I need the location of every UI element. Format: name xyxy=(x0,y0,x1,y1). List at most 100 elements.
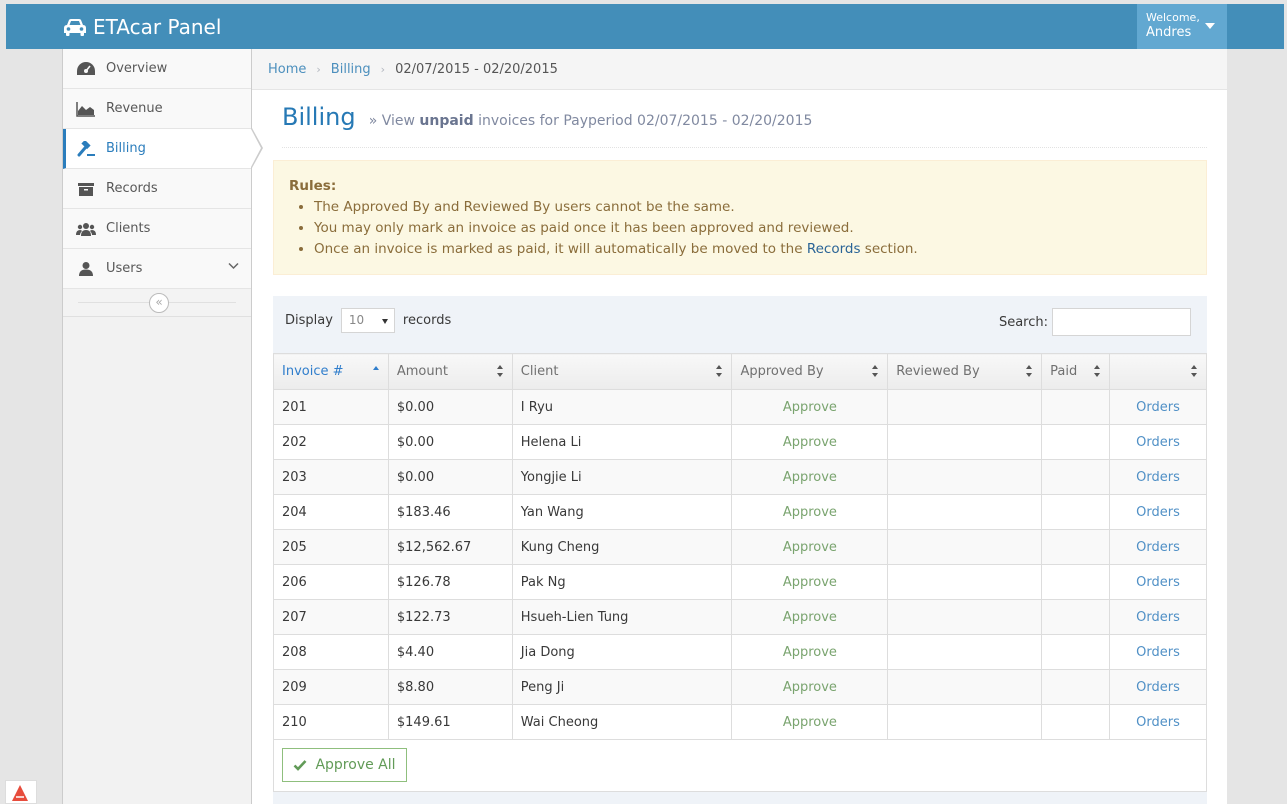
column-header-client[interactable]: Client xyxy=(511,353,733,390)
table-row: 208 $4.40 Jia Dong Approve Orders xyxy=(273,634,1207,670)
cell-reviewed-by xyxy=(887,389,1043,425)
orders-link[interactable]: Orders xyxy=(1109,494,1207,530)
page-container: Overview Revenue Billing Records Clients… xyxy=(62,49,1227,804)
sidebar-item-revenue[interactable]: Revenue xyxy=(63,89,251,129)
cell-reviewed-by xyxy=(887,494,1043,530)
cell-paid xyxy=(1041,704,1111,740)
column-header-paid[interactable]: Paid xyxy=(1041,353,1111,390)
orders-link[interactable]: Orders xyxy=(1109,564,1207,600)
cell-client: Peng Ji xyxy=(511,669,733,705)
display-label: Display xyxy=(285,313,333,328)
orders-link[interactable]: Orders xyxy=(1109,529,1207,565)
page-header: Billing » View unpaid invoices for Paype… xyxy=(282,103,1207,148)
sidebar-item-clients[interactable]: Clients xyxy=(63,209,251,249)
cell-invoice: 207 xyxy=(273,599,389,635)
column-header-approved-by[interactable]: Approved By xyxy=(731,353,889,390)
sidebar-item-records[interactable]: Records xyxy=(63,169,251,209)
cell-reviewed-by xyxy=(887,669,1043,705)
cell-client: Yongjie Li xyxy=(511,459,733,495)
search-label: Search: xyxy=(998,314,1048,330)
sidebar: Overview Revenue Billing Records Clients… xyxy=(62,49,263,804)
invoice-table-wrapper: Display 10 records Search: Invoice # Amo… xyxy=(273,296,1207,804)
chevron-right-icon: › xyxy=(316,62,321,76)
cell-amount: $0.00 xyxy=(387,459,513,495)
approve-link[interactable]: Approve xyxy=(731,599,889,635)
cell-reviewed-by xyxy=(887,529,1043,565)
breadcrumb-home[interactable]: Home xyxy=(268,62,306,77)
orders-link[interactable]: Orders xyxy=(1109,669,1207,705)
approve-link[interactable]: Approve xyxy=(731,529,889,565)
page-subtitle: » View unpaid invoices for Payperiod 02/… xyxy=(369,113,813,129)
cell-reviewed-by xyxy=(887,424,1043,460)
approve-link[interactable]: Approve xyxy=(731,459,889,495)
table-header-row: Invoice # Amount Client Approved By Revi… xyxy=(273,353,1207,390)
approve-link[interactable]: Approve xyxy=(731,669,889,705)
cell-amount: $0.00 xyxy=(387,424,513,460)
orders-link[interactable]: Orders xyxy=(1109,424,1207,460)
cell-reviewed-by xyxy=(887,704,1043,740)
cell-paid xyxy=(1041,424,1111,460)
column-label: Amount xyxy=(396,364,448,379)
page-size-control: Display 10 records xyxy=(285,308,451,333)
cell-client: Hsueh-Lien Tung xyxy=(511,599,733,635)
rule-text: Once an invoice is marked as paid, it wi… xyxy=(314,241,807,257)
orders-link[interactable]: Orders xyxy=(1109,459,1207,495)
column-header-amount[interactable]: Amount xyxy=(387,353,513,390)
subtitle-suffix: invoices for Payperiod 02/07/2015 - 02/2… xyxy=(473,113,813,129)
cell-invoice: 201 xyxy=(273,389,389,425)
cell-client: I Ryu xyxy=(511,389,733,425)
column-header-invoice[interactable]: Invoice # xyxy=(273,353,389,390)
cell-client: Wai Cheong xyxy=(511,704,733,740)
records-link[interactable]: Records xyxy=(807,241,861,257)
cell-invoice: 204 xyxy=(273,494,389,530)
rule-item: Once an invoice is marked as paid, it wi… xyxy=(314,239,1191,260)
main-content: Home › Billing › 02/07/2015 - 02/20/2015… xyxy=(252,49,1227,804)
cell-amount: $122.73 xyxy=(387,599,513,635)
double-chevron-left-icon[interactable]: « xyxy=(149,293,169,313)
orders-link[interactable]: Orders xyxy=(1109,599,1207,635)
approve-link[interactable]: Approve xyxy=(731,389,889,425)
caret-down-icon xyxy=(381,319,388,324)
sort-icon xyxy=(1094,365,1101,377)
orders-link[interactable]: Orders xyxy=(1109,704,1207,740)
table-row: 205 $12,562.67 Kung Cheng Approve Orders xyxy=(273,529,1207,565)
table-search: Search: xyxy=(999,308,1191,336)
cell-amount: $0.00 xyxy=(387,389,513,425)
cell-paid xyxy=(1041,599,1111,635)
sidebar-item-billing[interactable]: Billing xyxy=(63,128,263,169)
page-size-select[interactable]: 10 xyxy=(340,308,395,333)
column-header-reviewed-by[interactable]: Reviewed By xyxy=(887,353,1043,390)
sort-icon xyxy=(496,365,503,377)
orders-link[interactable]: Orders xyxy=(1109,389,1207,425)
page-title: Billing xyxy=(282,103,356,131)
brand[interactable]: ETAcar Panel xyxy=(63,4,221,49)
sidebar-item-label: Records xyxy=(106,181,158,196)
table-row: 202 $0.00 Helena Li Approve Orders xyxy=(273,424,1207,460)
sidebar-item-users[interactable]: Users xyxy=(63,249,251,289)
cell-reviewed-by xyxy=(887,459,1043,495)
approve-all-button[interactable]: Approve All xyxy=(282,748,407,782)
orders-link[interactable]: Orders xyxy=(1109,634,1207,670)
breadcrumb-billing[interactable]: Billing xyxy=(331,62,371,77)
rule-item: The Approved By and Reviewed By users ca… xyxy=(314,197,1191,218)
sidebar-item-overview[interactable]: Overview xyxy=(63,49,251,89)
users-icon xyxy=(76,222,96,236)
rule-item: You may only mark an invoice as paid onc… xyxy=(314,218,1191,239)
approve-link[interactable]: Approve xyxy=(731,704,889,740)
cell-client: Pak Ng xyxy=(511,564,733,600)
table-row: 201 $0.00 I Ryu Approve Orders xyxy=(273,389,1207,425)
approve-link[interactable]: Approve xyxy=(731,424,889,460)
check-icon xyxy=(294,760,307,771)
table-row: 209 $8.80 Peng Ji Approve Orders xyxy=(273,669,1207,705)
table-footer: Approve All xyxy=(273,740,1207,792)
table-row: 210 $149.61 Wai Cheong Approve Orders xyxy=(273,704,1207,740)
approve-link[interactable]: Approve xyxy=(731,634,889,670)
sidebar-item-label: Users xyxy=(106,261,143,276)
search-input[interactable] xyxy=(1052,308,1191,336)
top-navbar: ETAcar Panel Welcome, Andres xyxy=(6,4,1284,49)
approve-link[interactable]: Approve xyxy=(731,564,889,600)
approve-link[interactable]: Approve xyxy=(731,494,889,530)
user-menu[interactable]: Welcome, Andres xyxy=(1137,4,1227,49)
table-row: 206 $126.78 Pak Ng Approve Orders xyxy=(273,564,1207,600)
column-header-actions[interactable] xyxy=(1109,353,1207,390)
